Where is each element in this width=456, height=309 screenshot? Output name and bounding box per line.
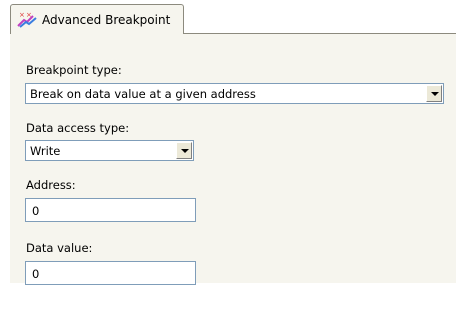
breakpoint-icon: × × (17, 10, 37, 28)
data-value-field[interactable]: 0 (25, 261, 196, 285)
data-access-type-label: Data access type: (26, 121, 130, 135)
data-access-type-select[interactable]: Write (25, 140, 194, 161)
address-label: Address: (26, 178, 76, 192)
data-access-type-value: Write (30, 144, 61, 158)
chevron-down-icon[interactable] (176, 142, 192, 159)
tab-advanced-breakpoint[interactable]: × × Advanced Breakpoint (10, 4, 184, 34)
address-field[interactable]: 0 (25, 198, 196, 222)
chevron-down-icon[interactable] (426, 85, 442, 102)
data-value-value: 0 (32, 267, 40, 281)
breakpoint-type-value: Break on data value at a given address (30, 87, 256, 101)
address-value: 0 (32, 204, 40, 218)
breakpoint-type-select[interactable]: Break on data value at a given address (25, 83, 444, 104)
breakpoint-type-label: Breakpoint type: (26, 63, 122, 77)
data-value-label: Data value: (26, 241, 93, 255)
svg-text:×: × (19, 11, 25, 19)
tab-label: Advanced Breakpoint (42, 13, 171, 27)
